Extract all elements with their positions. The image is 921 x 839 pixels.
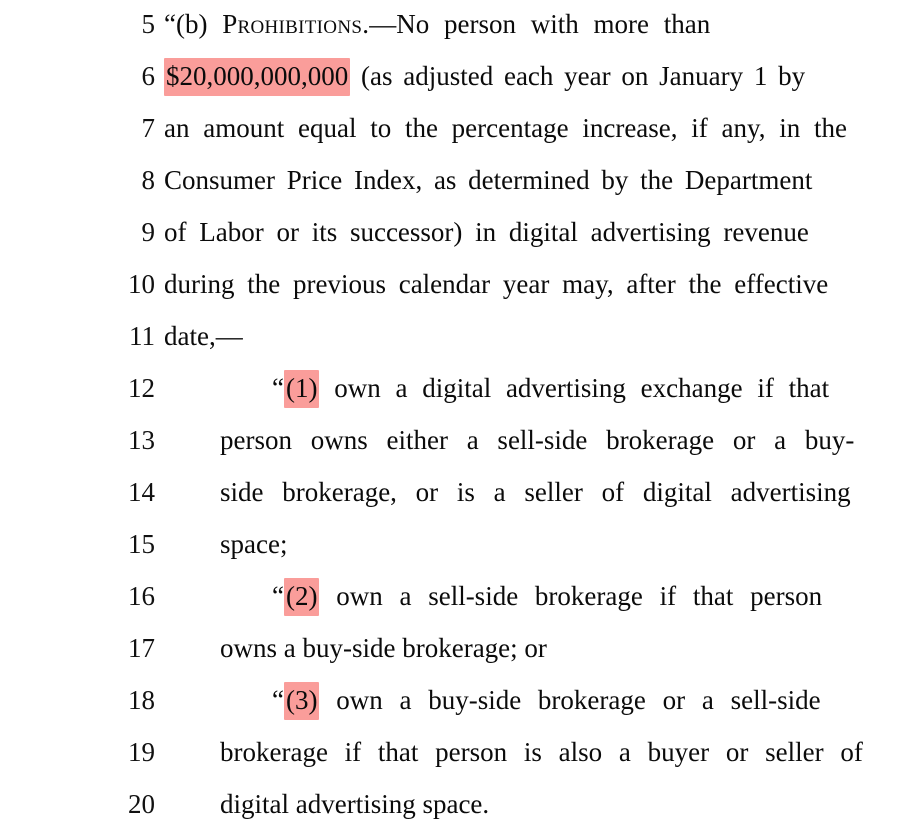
line-text: Consumer Price Index, as determined by t… [164, 163, 838, 197]
text-run: an amount equal to the percentage increa… [164, 113, 847, 143]
text-line: 11 date,— [0, 319, 921, 371]
text-run: of Labor or its successor) in digital ad… [164, 217, 809, 247]
line-number: 14 [128, 477, 155, 507]
line-number: 15 [128, 529, 155, 559]
line-number: 18 [128, 685, 155, 715]
text-run: during the previous calendar year may, a… [164, 269, 829, 299]
line-number: 19 [128, 737, 155, 767]
text-run: side brokerage, or is a seller of digita… [220, 477, 851, 507]
line-text: date,— [164, 319, 838, 353]
text-line: 7 an amount equal to the percentage incre… [0, 111, 921, 163]
line-text: side brokerage, or is a seller of digita… [220, 475, 851, 509]
line-text: space; [220, 527, 838, 561]
highlighted-text[interactable]: $20,000,000,000 [164, 58, 351, 96]
line-number: 7 [141, 113, 156, 143]
text-run: “ [272, 685, 284, 715]
line-text: an amount equal to the percentage increa… [164, 111, 847, 145]
text-run: space; [220, 529, 288, 559]
text-run: digital advertising space. [220, 789, 490, 819]
text-run: own a digital advertising exchange if th… [319, 373, 830, 403]
text-run: owns a buy-side brokerage; or [220, 633, 547, 663]
text-run: date,— [164, 321, 243, 351]
text-run: “ [272, 581, 284, 611]
text-run: person owns either a sell-side brokerage… [220, 425, 855, 455]
line-number: 17 [128, 633, 155, 663]
text-run: Prohibitions. [222, 9, 370, 39]
text-line: 8 Consumer Price Index, as determined by … [0, 163, 921, 215]
line-text: brokerage if that person is also a buyer… [220, 735, 863, 769]
line-text: “(1) own a digital advertising exchange … [272, 370, 838, 408]
line-number: 8 [141, 165, 156, 195]
text-line: 19 brokerage if that person is also a buy… [0, 735, 921, 787]
text-line: 15 space; [0, 527, 921, 579]
text-run: “(b) [164, 9, 223, 39]
line-text: “(2) own a sell-side brokerage if that p… [272, 578, 838, 616]
text-line: 20 digital advertising space. [0, 787, 921, 839]
line-text: during the previous calendar year may, a… [164, 267, 838, 301]
text-line: 6 $20,000,000,000 (as adjusted each year … [0, 58, 921, 111]
text-line: 18 “(3) own a buy-side brokerage or a sel… [0, 682, 921, 735]
line-number: 12 [128, 373, 155, 403]
text-run: brokerage if that person is also a buyer… [220, 737, 863, 767]
text-line: 13 person owns either a sell-side brokera… [0, 423, 921, 475]
text-line: 17 owns a buy-side brokerage; or [0, 631, 921, 683]
line-text: of Labor or its successor) in digital ad… [164, 215, 838, 249]
line-text: “(3) own a buy-side brokerage or a sell-… [272, 682, 838, 720]
line-number: 10 [128, 269, 155, 299]
text-run: —No person with more than [369, 9, 711, 39]
text-line: 5 “(b) Prohibitions.—No person with more … [0, 7, 921, 59]
text-run: Consumer Price Index, as determined by t… [164, 165, 813, 195]
bill-text-page: 5 “(b) Prohibitions.—No person with more … [0, 0, 921, 828]
line-text: “(b) Prohibitions.—No person with more t… [164, 7, 838, 41]
highlighted-text[interactable]: (3) [283, 682, 320, 720]
text-run: own a sell-side brokerage if that person [319, 581, 823, 611]
line-text: digital advertising space. [220, 787, 838, 821]
highlighted-text[interactable]: (1) [283, 370, 320, 408]
line-number: 11 [129, 321, 155, 351]
text-run: own a buy-side brokerage or a sell-side [319, 685, 821, 715]
line-text: $20,000,000,000 (as adjusted each year o… [164, 58, 838, 96]
text-line: 16 “(2) own a sell-side brokerage if that… [0, 578, 921, 631]
line-text: owns a buy-side brokerage; or [220, 631, 838, 665]
line-number: 9 [141, 217, 156, 247]
highlighted-text[interactable]: (2) [283, 578, 320, 616]
text-line: 14 side brokerage, or is a seller of digi… [0, 475, 921, 527]
line-number: 16 [128, 581, 155, 611]
line-number: 13 [128, 425, 155, 455]
text-line: 9 of Labor or its successor) in digital a… [0, 215, 921, 267]
line-number: 20 [128, 789, 155, 819]
text-line: 12 “(1) own a digital advertising exchang… [0, 370, 921, 423]
text-line: 10 during the previous calendar year may,… [0, 267, 921, 319]
text-run: “ [272, 373, 284, 403]
line-number: 5 [141, 9, 156, 39]
line-text: person owns either a sell-side brokerage… [220, 423, 854, 457]
line-number: 6 [141, 61, 156, 91]
text-run: (as adjusted each year on January 1 by [350, 61, 806, 91]
